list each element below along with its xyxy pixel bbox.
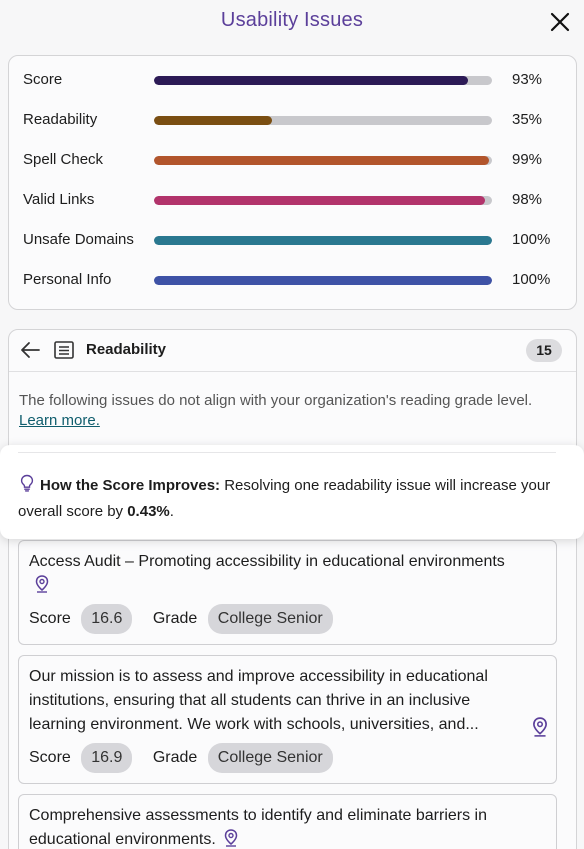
progress-track	[154, 116, 492, 125]
metric-row-unsafe-domains[interactable]: Unsafe Domains 100%	[9, 228, 576, 252]
metric-percent: 93%	[512, 71, 543, 88]
divider	[9, 371, 576, 372]
panel-title: Usability Issues	[220, 9, 364, 31]
metric-label: Unsafe Domains	[23, 231, 134, 248]
score-chip: 16.6	[81, 604, 133, 634]
metric-percent: 98%	[512, 191, 543, 208]
issue-item[interactable]: Comprehensive assessments to identify an…	[18, 794, 557, 849]
metric-label: Readability	[23, 111, 98, 128]
progress-fill	[154, 276, 492, 285]
callout-period: .	[169, 503, 174, 520]
divider	[18, 452, 556, 453]
progress-fill	[154, 156, 489, 165]
metric-label: Valid Links	[23, 191, 95, 208]
issues-header: Readability 15	[9, 330, 576, 370]
issue-text: Our mission is to assess and improve acc…	[29, 668, 488, 733]
header: Usability Issues	[0, 0, 584, 44]
callout-label: How the Score Improves:	[40, 477, 221, 494]
progress-fill	[154, 116, 273, 125]
callout-text: How the Score Improves: Resolving one re…	[18, 473, 558, 525]
grade-chip: College Senior	[207, 743, 333, 773]
metric-percent: 99%	[512, 151, 543, 168]
location-pin-icon[interactable]	[224, 829, 238, 847]
grade-chip: College Senior	[207, 604, 333, 634]
score-card: Score 93% Readability 35% Spell Check 99…	[8, 55, 577, 310]
score-improvement-callout: How the Score Improves: Resolving one re…	[0, 445, 584, 539]
metric-percent: 100%	[512, 271, 551, 288]
score-chip: 16.9	[81, 743, 133, 773]
metric-row-personal-info[interactable]: Personal Info 100%	[9, 268, 576, 292]
lightbulb-icon	[20, 474, 34, 492]
grade-label: Grade	[152, 610, 198, 627]
progress-track	[154, 236, 492, 245]
score-label: Score	[29, 749, 71, 766]
issue-meta: Score 16.6 Grade College Senior	[29, 604, 349, 634]
location-pin-icon[interactable]	[35, 575, 49, 593]
metric-row-spell-check[interactable]: Spell Check 99%	[9, 148, 576, 172]
issue-text: Access Audit – Promoting accessibility i…	[29, 550, 519, 598]
description-text: The following issues do not align with y…	[19, 392, 533, 409]
score-label: Score	[29, 610, 71, 627]
progress-fill	[154, 76, 469, 85]
issue-excerpt: Access Audit – Promoting accessibility i…	[29, 553, 505, 570]
issues-title: Readability	[86, 341, 167, 358]
metric-label: Spell Check	[23, 151, 104, 168]
progress-fill	[154, 196, 486, 205]
issue-count-badge: 15	[526, 339, 562, 362]
progress-track	[154, 276, 492, 285]
issue-text: Comprehensive assessments to identify an…	[29, 804, 519, 849]
progress-track	[154, 156, 492, 165]
progress-track	[154, 76, 492, 85]
progress-track	[154, 196, 492, 205]
metric-row-valid-links[interactable]: Valid Links 98%	[9, 188, 576, 212]
close-icon[interactable]	[549, 11, 571, 33]
callout-value: 0.43%	[127, 503, 170, 520]
learn-more-link[interactable]: Learn more.	[19, 412, 100, 429]
issue-meta: Score 16.9 Grade College Senior	[29, 743, 349, 773]
metric-label: Score	[23, 71, 63, 88]
location-pin-icon[interactable]	[532, 717, 548, 737]
metric-row-score: Score 93%	[9, 68, 576, 92]
progress-fill	[154, 236, 492, 245]
issue-excerpt: Comprehensive assessments to identify an…	[29, 807, 487, 848]
issues-description: The following issues do not align with y…	[19, 391, 559, 431]
metric-row-readability[interactable]: Readability 35%	[9, 108, 576, 132]
metric-label: Personal Info	[23, 271, 112, 288]
grade-label: Grade	[152, 749, 198, 766]
metric-percent: 35%	[512, 111, 543, 128]
issue-item[interactable]: Access Audit – Promoting accessibility i…	[18, 540, 557, 645]
metric-percent: 100%	[512, 231, 551, 248]
issue-item[interactable]: Our mission is to assess and improve acc…	[18, 655, 557, 784]
document-lines-icon	[54, 341, 74, 359]
arrow-left-icon[interactable]	[20, 341, 40, 359]
